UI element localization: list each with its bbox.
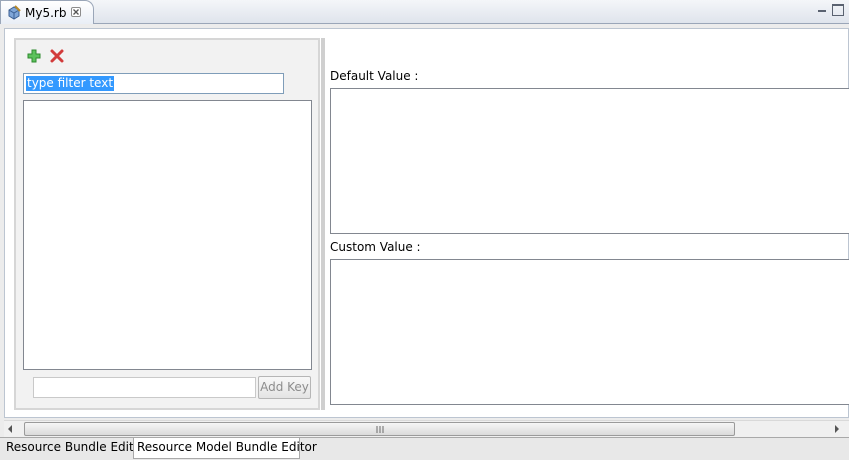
editor-page-tabs: Resource Bundle Editor Resource Model Bu… [0, 437, 849, 460]
scrollbar-grip-icon [376, 426, 384, 433]
tab-resource-model-bundle-editor[interactable]: Resource Model Bundle Editor [133, 438, 317, 459]
filter-selected-text: type filter text [26, 76, 115, 91]
custom-value-label: Custom Value : [330, 240, 421, 254]
filter-text-input[interactable]: type filter text [23, 73, 284, 94]
default-value-textarea[interactable] [330, 88, 849, 234]
scroll-right-arrow-icon[interactable] [835, 425, 839, 433]
editor-tab-strip: My5.rb [0, 0, 849, 24]
scrollbar-thumb[interactable] [24, 422, 735, 436]
editor-tab-my5[interactable]: My5.rb [0, 0, 94, 24]
editor-tab-title: My5.rb [25, 6, 67, 20]
new-key-input[interactable] [33, 377, 256, 398]
close-icon[interactable] [69, 5, 83, 19]
add-key-button[interactable]: Add Key [258, 376, 311, 399]
ruby-file-icon [8, 5, 21, 20]
panel-sash[interactable] [321, 38, 325, 410]
maximize-icon[interactable] [832, 4, 844, 16]
custom-value-textarea[interactable] [330, 259, 849, 405]
default-value-label: Default Value : [330, 69, 419, 83]
keys-tree[interactable] [23, 100, 312, 370]
green-plus-icon[interactable] [26, 48, 42, 64]
minimize-icon[interactable] [816, 4, 828, 16]
scroll-left-arrow-icon[interactable] [8, 425, 12, 433]
horizontal-scrollbar[interactable] [4, 420, 849, 437]
tab-resource-bundle-editor[interactable]: Resource Bundle Editor [3, 438, 146, 459]
red-x-icon[interactable] [49, 48, 65, 64]
